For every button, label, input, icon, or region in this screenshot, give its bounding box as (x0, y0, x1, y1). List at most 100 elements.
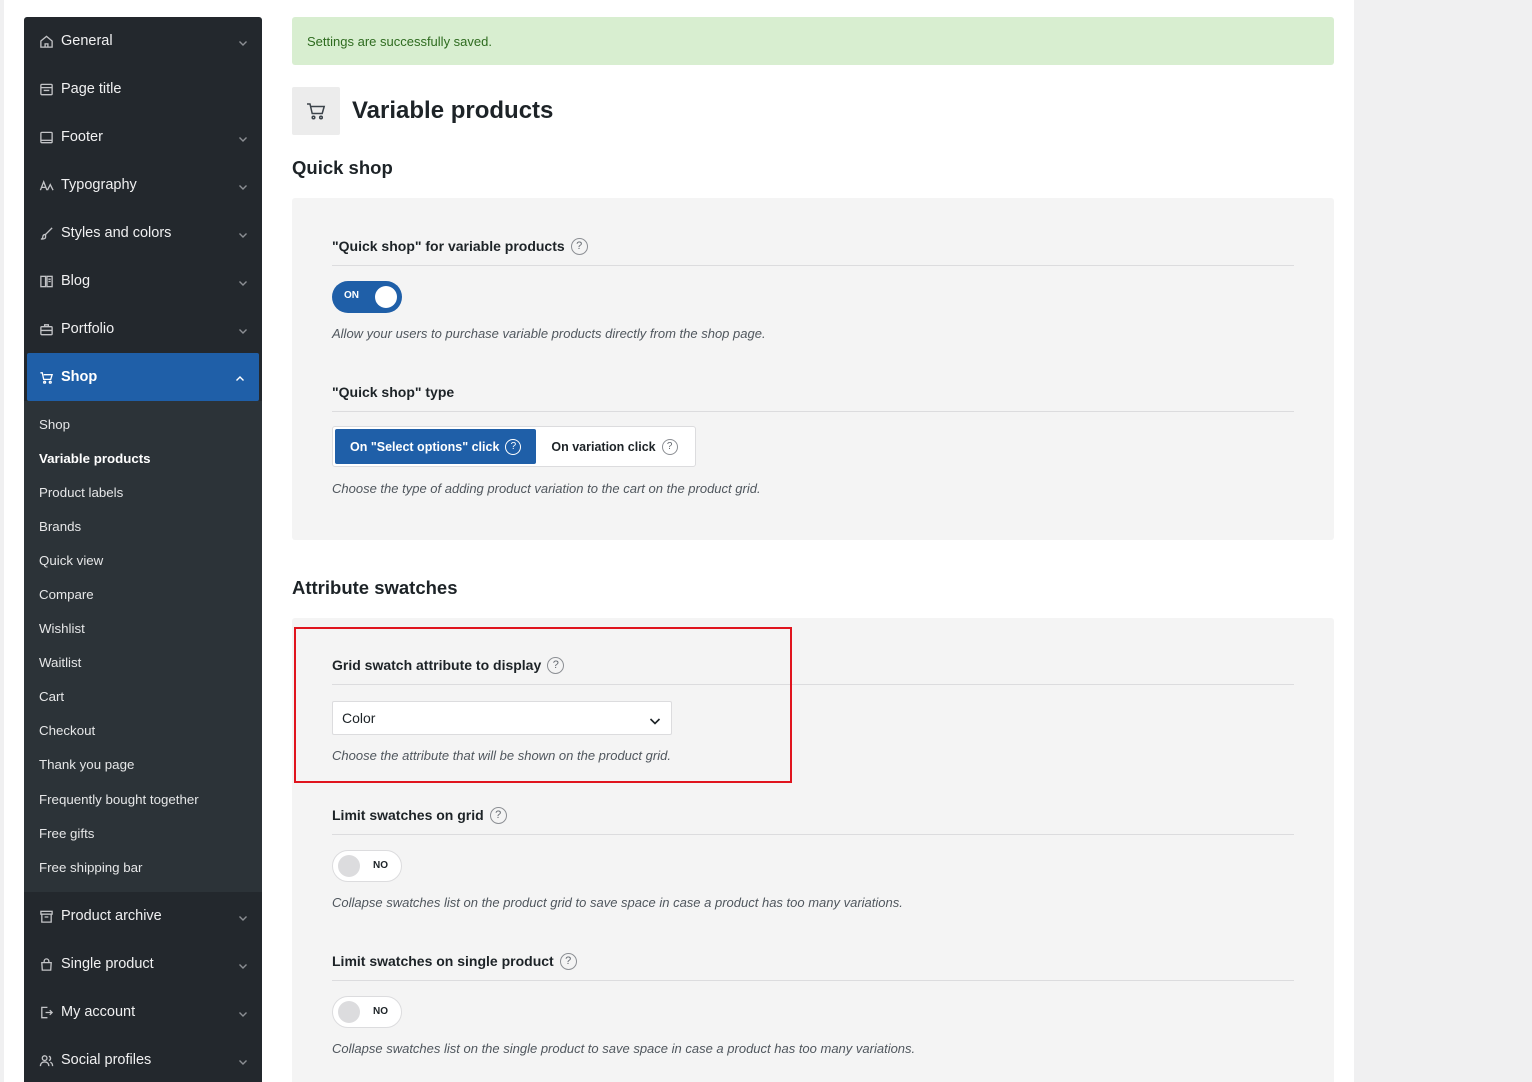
brush-icon (38, 225, 54, 241)
toggle-knob (375, 286, 397, 308)
portfolio-icon (38, 321, 54, 337)
toggle-knob (338, 855, 360, 877)
sidebar-item-typography[interactable]: Typography (24, 161, 262, 209)
sidebar-item-label: Footer (61, 129, 103, 145)
sidebar-item-styles-and-colors[interactable]: Styles and colors (24, 209, 262, 257)
sidebar-item-label: Portfolio (61, 321, 115, 337)
sidebar-item-label: Social profiles (61, 1052, 152, 1069)
blog-icon (38, 273, 54, 289)
field-label: "Quick shop" for variable products ? (332, 236, 1294, 256)
limit-swatches-grid-toggle[interactable]: NO (332, 850, 402, 882)
submenu-item-brands[interactable]: Brands (24, 509, 262, 543)
field-label-text: "Quick shop" for variable products (332, 238, 565, 254)
chevron-down-icon (238, 1007, 248, 1018)
footer-icon (38, 129, 54, 145)
chevron-down-icon (238, 1055, 248, 1066)
submenu-item-thank-you-page[interactable]: Thank you page (24, 748, 262, 782)
divider (332, 980, 1294, 981)
submenu-item-free-shipping-bar[interactable]: Free shipping bar (24, 850, 262, 884)
shop-submenu: Shop Variable products Product labels Br… (24, 401, 262, 893)
toggle-state-text: NO (373, 1006, 388, 1017)
sidebar-item-label: General (61, 33, 113, 49)
quick-shop-type-field: "Quick shop" type On "Select options" cl… (332, 382, 1294, 496)
sidebar-item-social-profiles[interactable]: Social profiles (24, 1036, 262, 1082)
help-icon[interactable]: ? (559, 952, 577, 970)
sidebar-item-my-account[interactable]: My account (24, 988, 262, 1036)
submenu-item-cart[interactable]: Cart (24, 680, 262, 714)
page-header: Variable products (292, 87, 553, 135)
chevron-down-icon (238, 180, 248, 190)
success-notice: Settings are successfully saved. (292, 17, 1334, 65)
bag-icon (38, 956, 54, 972)
submenu-item-variable-products[interactable]: Variable products (24, 441, 262, 475)
option-variation-click[interactable]: On variation click ? (536, 429, 692, 464)
sidebar-item-footer[interactable]: Footer (24, 113, 262, 161)
field-label: "Quick shop" type (332, 382, 1294, 402)
sidebar-item-product-archive[interactable]: Product archive (24, 892, 262, 940)
help-icon[interactable]: ? (489, 806, 507, 824)
submenu-item-compare[interactable]: Compare (24, 577, 262, 611)
cart-icon (292, 87, 340, 135)
page-title: Variable products (352, 97, 554, 124)
chevron-down-icon (238, 36, 248, 46)
settings-sidebar: General Page title Footer Typography Sty… (24, 17, 262, 1082)
sidebar-item-shop[interactable]: Shop (27, 353, 259, 401)
section-title-attribute-swatches: Attribute swatches (292, 577, 458, 598)
divider (332, 265, 1294, 266)
submenu-item-frequently-bought-together[interactable]: Frequently bought together (24, 782, 262, 816)
limit-swatches-single-toggle[interactable]: NO (332, 996, 402, 1028)
chevron-down-icon (238, 228, 248, 238)
field-label-text: "Quick shop" type (332, 384, 455, 400)
chevron-down-icon (238, 959, 248, 970)
sidebar-item-label: Styles and colors (61, 225, 172, 241)
sidebar-item-label: Typography (61, 177, 137, 193)
quick-shop-toggle[interactable]: ON (332, 281, 402, 313)
divider (332, 834, 1294, 835)
sidebar-item-blog[interactable]: Blog (24, 257, 262, 305)
option-select-options-click[interactable]: On "Select options" click ? (335, 429, 537, 464)
submenu-item-shop[interactable]: Shop (24, 407, 262, 441)
submenu-item-product-labels[interactable]: Product labels (24, 475, 262, 509)
help-icon[interactable]: ? (661, 438, 678, 455)
quick-shop-type-selector: On "Select options" click ? On variation… (332, 426, 696, 467)
option-label: On "Select options" click (350, 439, 500, 454)
account-icon (38, 1004, 54, 1020)
field-label: Limit swatches on grid ? (332, 805, 1294, 825)
sidebar-item-portfolio[interactable]: Portfolio (24, 305, 262, 353)
chevron-down-icon (238, 324, 248, 334)
submenu-item-free-gifts[interactable]: Free gifts (24, 816, 262, 850)
sidebar-item-label: Shop (61, 369, 98, 385)
field-description: Collapse swatches list on the single pro… (332, 1041, 916, 1056)
sidebar-item-page-title[interactable]: Page title (24, 65, 262, 113)
users-icon (38, 1052, 54, 1068)
section-title-quick-shop: Quick shop (292, 157, 393, 178)
sidebar-item-label: Blog (61, 273, 91, 289)
quick-shop-enable-field: "Quick shop" for variable products ? ON … (332, 236, 1294, 341)
option-label: On variation click (551, 439, 656, 454)
typography-icon (38, 177, 54, 193)
toggle-knob (338, 1001, 360, 1023)
sidebar-item-label: My account (61, 1004, 136, 1021)
limit-swatches-single-field: Limit swatches on single product ? NO Co… (332, 951, 1294, 1056)
highlight-box (294, 627, 792, 783)
field-description: Allow your users to purchase variable pr… (332, 326, 766, 341)
sidebar-item-label: Single product (61, 956, 154, 973)
submenu-item-quick-view[interactable]: Quick view (24, 543, 262, 577)
archive-icon (38, 908, 54, 924)
submenu-item-waitlist[interactable]: Waitlist (24, 646, 262, 680)
sidebar-item-label: Product archive (61, 908, 162, 925)
chevron-up-icon (235, 372, 245, 382)
help-icon[interactable]: ? (570, 237, 588, 255)
submenu-item-checkout[interactable]: Checkout (24, 714, 262, 748)
field-description: Choose the type of adding product variat… (332, 481, 761, 496)
sidebar-item-general[interactable]: General (24, 17, 262, 65)
sidebar-item-single-product[interactable]: Single product (24, 940, 262, 988)
field-label-text: Limit swatches on single product (332, 953, 554, 969)
cart-icon (38, 369, 54, 385)
submenu-item-wishlist[interactable]: Wishlist (24, 612, 262, 646)
divider (332, 411, 1294, 412)
sidebar-item-label: Page title (61, 81, 122, 97)
help-icon[interactable]: ? (505, 438, 522, 455)
home-icon (38, 33, 54, 49)
limit-swatches-grid-field: Limit swatches on grid ? NO Collapse swa… (332, 805, 1294, 910)
